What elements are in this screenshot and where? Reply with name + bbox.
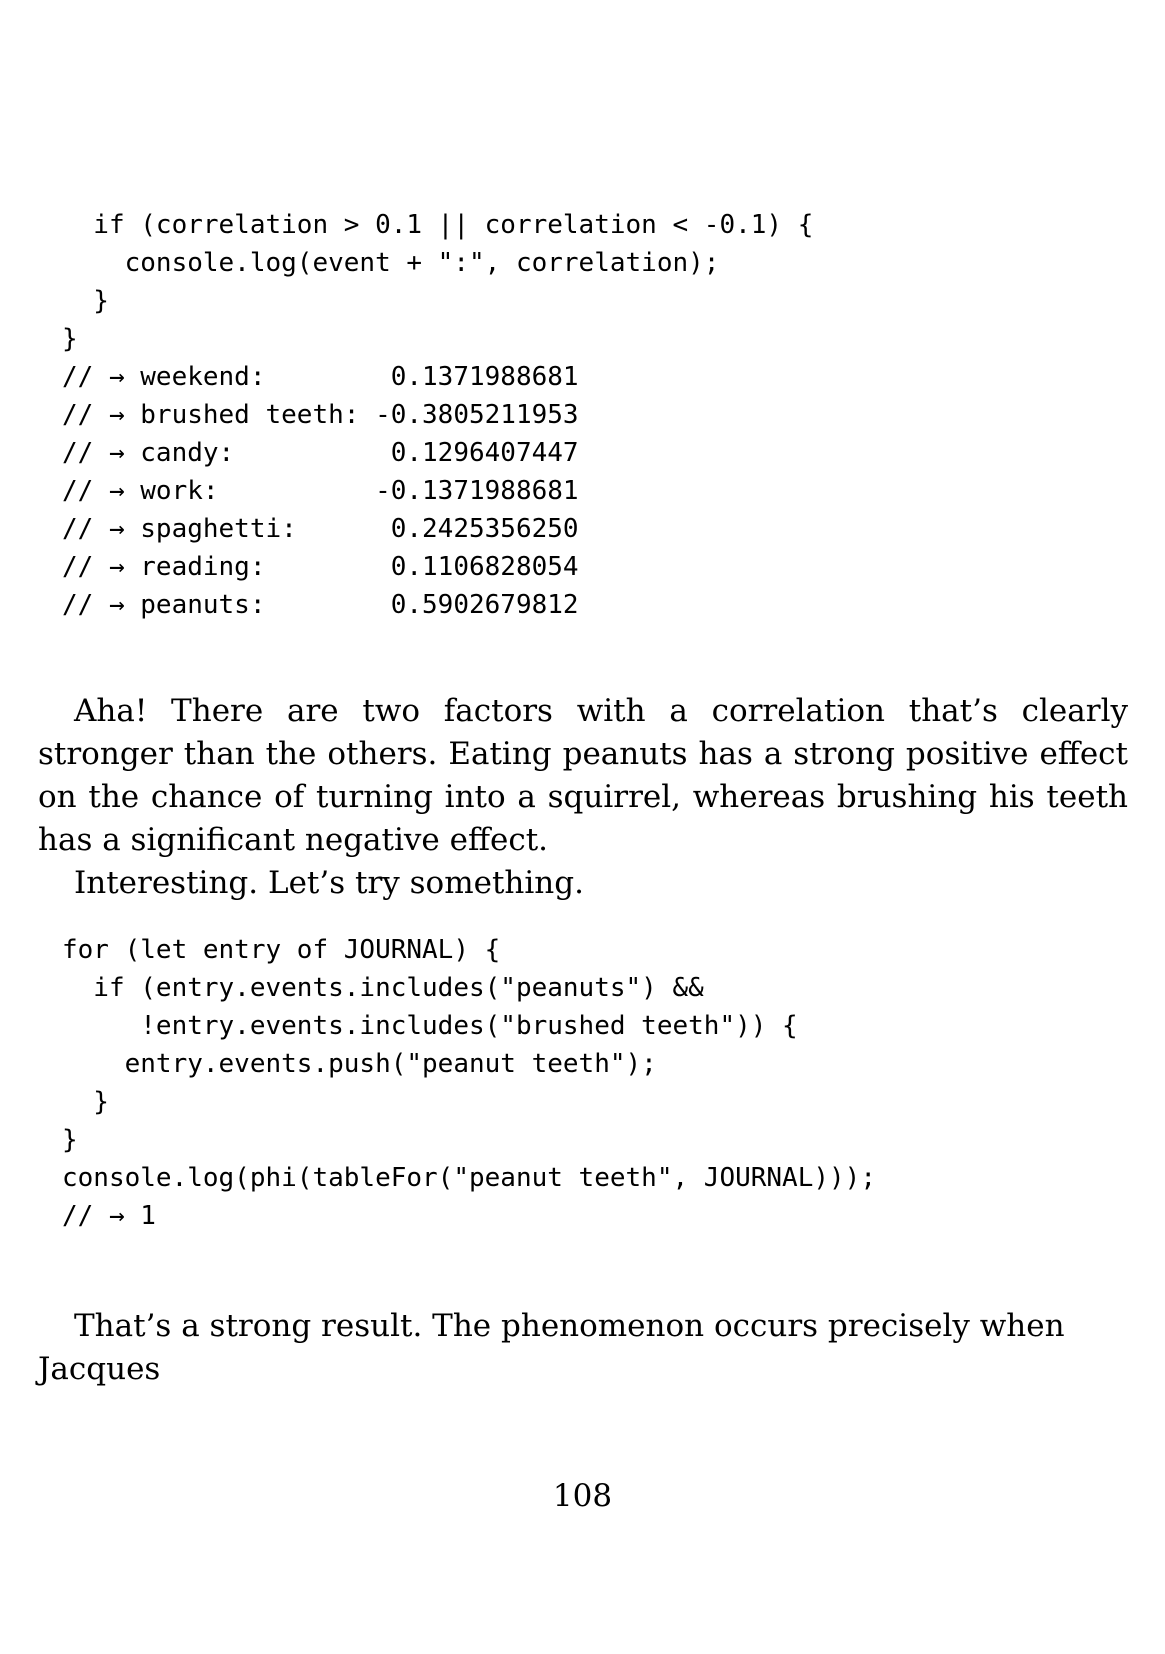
code-line: // → weekend: 0.1371988681 (62, 362, 579, 392)
code-line: } (62, 1125, 78, 1155)
code-line: entry.events.push("peanut teeth"); (62, 1049, 657, 1079)
code-line: } (62, 286, 109, 316)
code-line: console.log(event + ":", correlation); (62, 248, 720, 278)
body-text-section: Aha! There are two factors with a correl… (38, 690, 1128, 905)
code-line: // → spaghetti: 0.2425356250 (62, 514, 579, 544)
code-line: // → reading: 0.1106828054 (62, 552, 579, 582)
code-line: } (62, 324, 78, 354)
paragraph-correlation-findings: Aha! There are two factors with a correl… (38, 693, 1128, 858)
code-line: for (let entry of JOURNAL) { (62, 935, 501, 965)
code-block-correlation-output: if (correlation > 0.1 || correlation < -… (62, 206, 813, 624)
code-line: // → work: -0.1371988681 (62, 476, 579, 506)
code-line: if (entry.events.includes("peanuts") && (62, 973, 704, 1003)
code-line: } (62, 1087, 109, 1117)
code-line: // → 1 (62, 1201, 156, 1231)
paragraph-interesting: Interesting. Let’s try something. (74, 865, 584, 901)
body-text-section: That’s a strong result. The phenomenon o… (38, 1305, 1128, 1391)
code-line: if (correlation > 0.1 || correlation < -… (62, 210, 814, 240)
page-number: 108 (552, 1478, 613, 1514)
paragraph-strong-result: That’s a strong result. The phenomenon o… (38, 1308, 1065, 1387)
code-block-peanut-teeth: for (let entry of JOURNAL) { if (entry.e… (62, 931, 876, 1235)
code-line: // → peanuts: 0.5902679812 (62, 590, 579, 620)
code-line: !entry.events.includes("brushed teeth"))… (62, 1011, 798, 1041)
code-line: // → brushed teeth: -0.3805211953 (62, 400, 579, 430)
code-line: // → candy: 0.1296407447 (62, 438, 579, 468)
code-line: console.log(phi(tableFor("peanut teeth",… (62, 1163, 876, 1193)
